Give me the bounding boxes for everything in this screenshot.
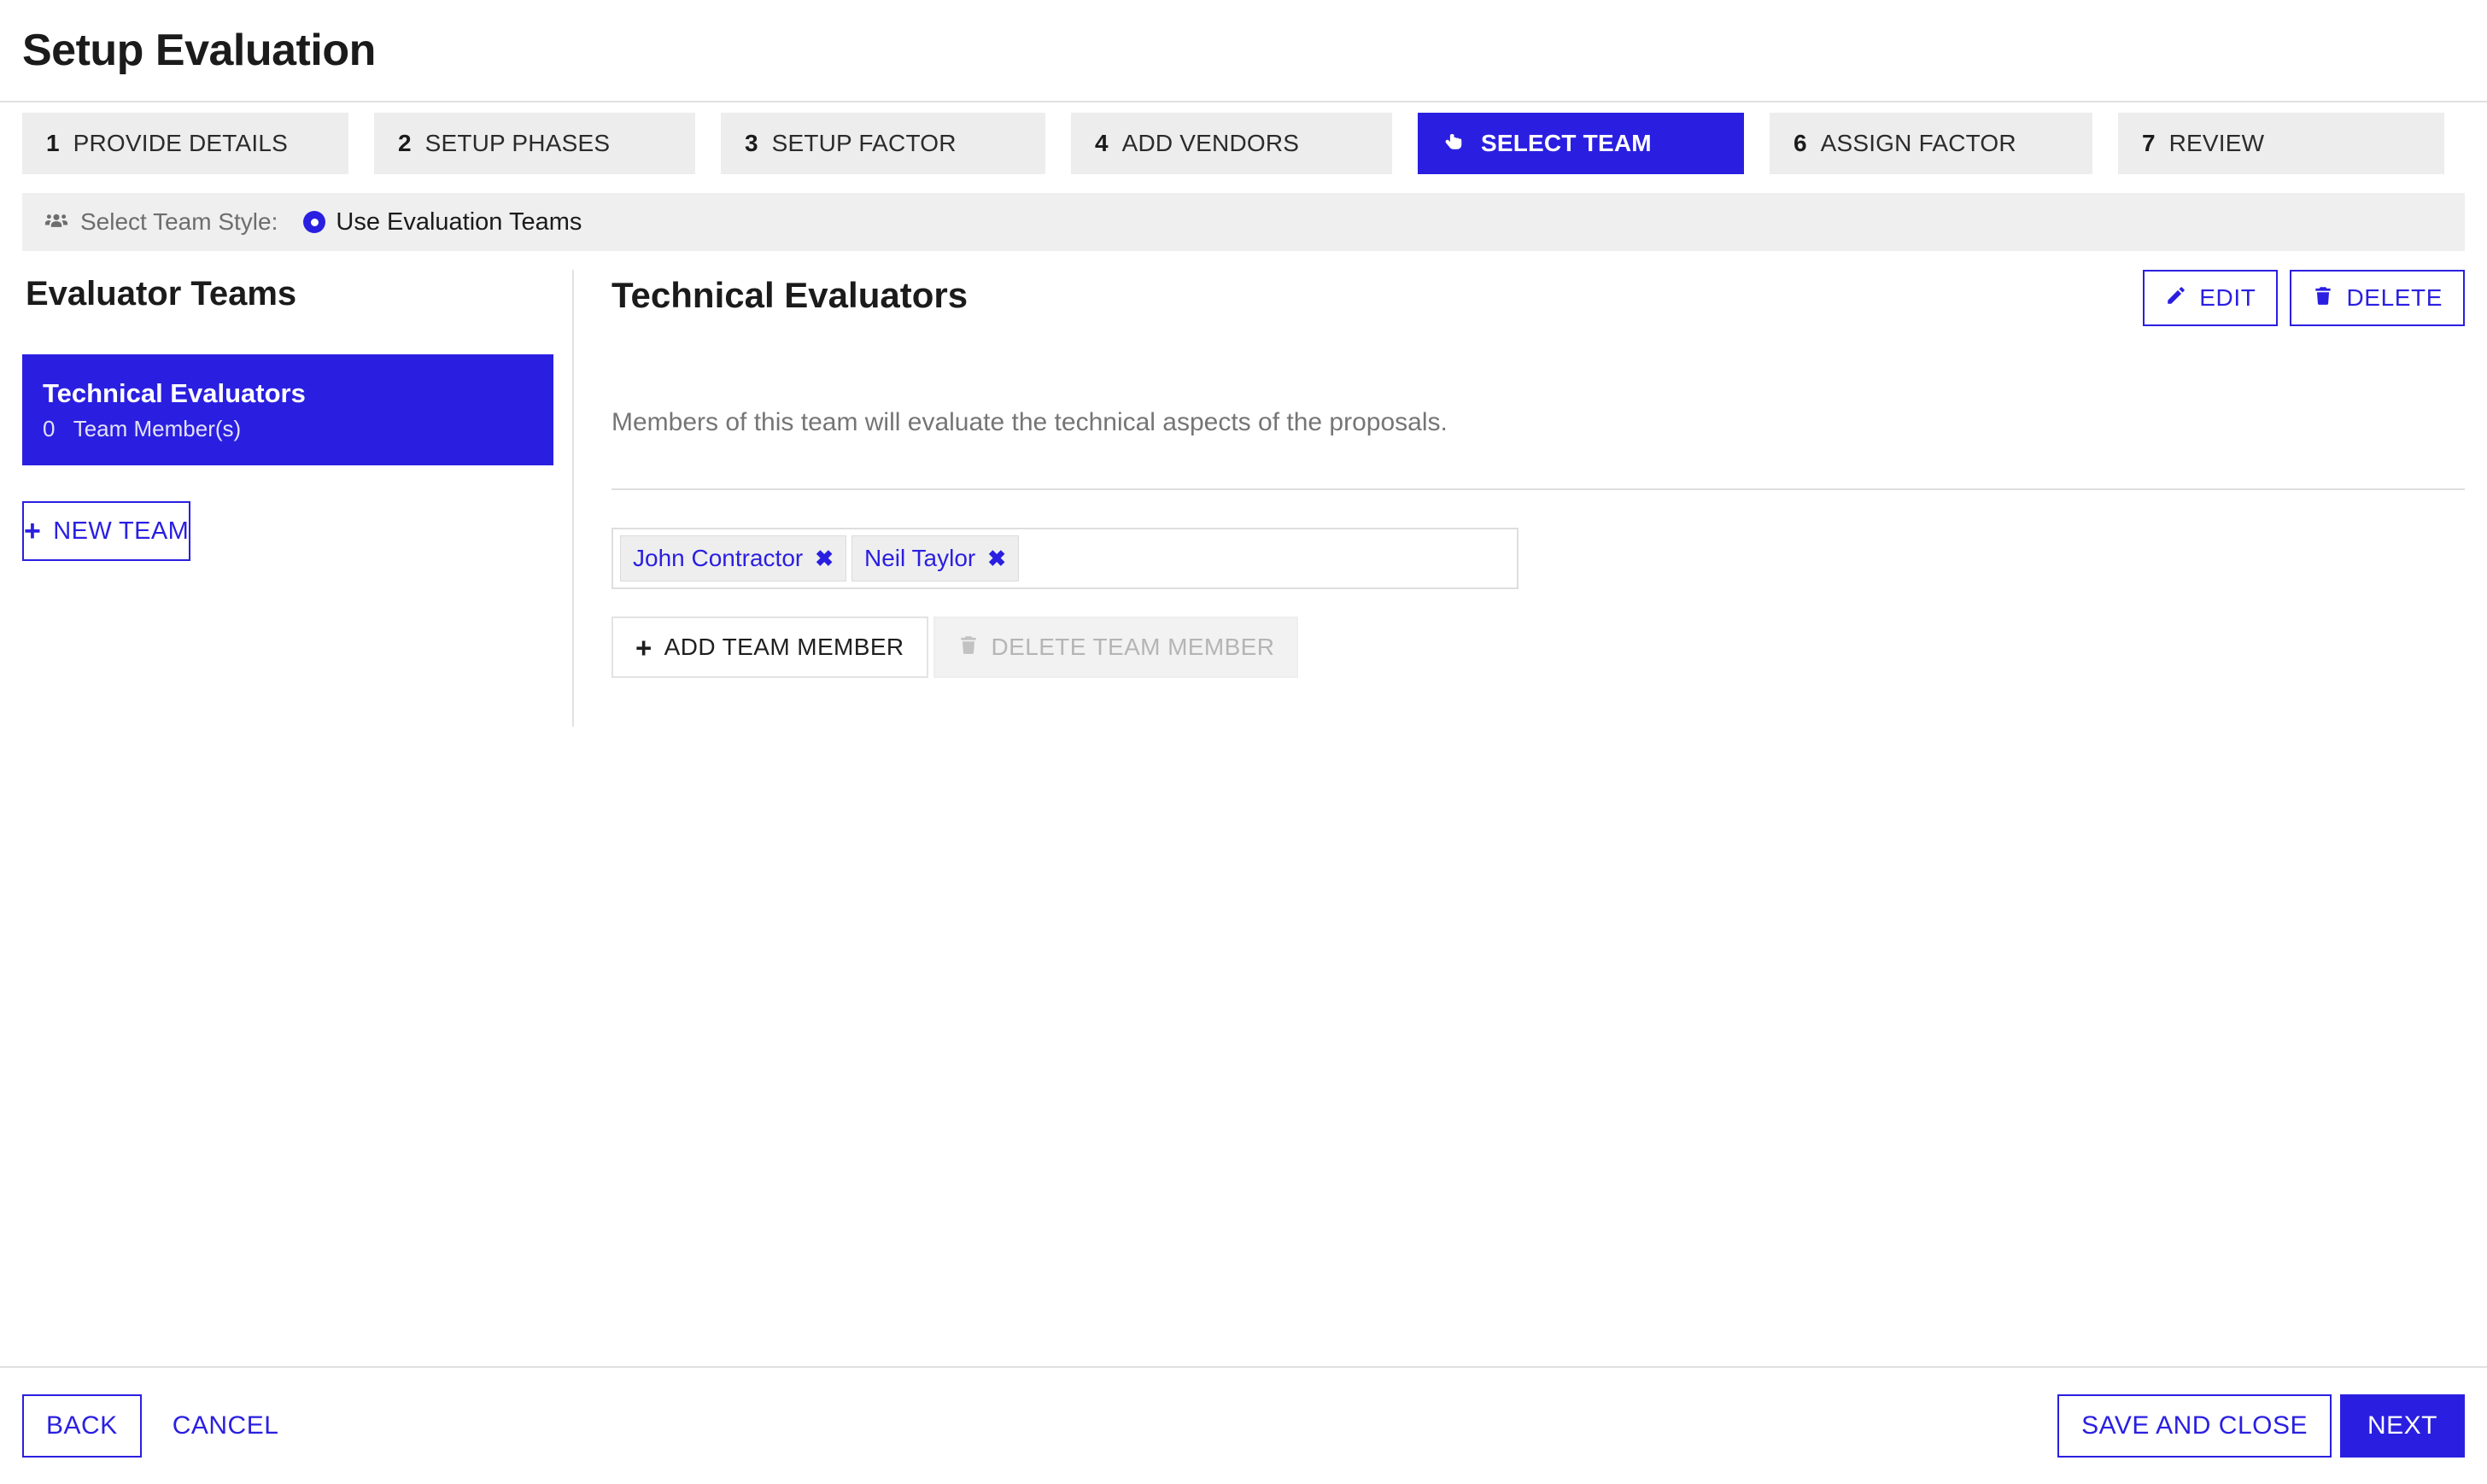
delete-team-member-label: DELETE TEAM MEMBER xyxy=(991,634,1275,660)
team-name: Technical Evaluators xyxy=(43,377,306,408)
step-number: 3 xyxy=(745,130,758,156)
team-style-label: Select Team Style: xyxy=(80,208,278,235)
radio-use-evaluation-teams[interactable]: Use Evaluation Teams xyxy=(303,208,582,237)
step-add-vendors[interactable]: 4 ADD VENDORS xyxy=(1071,113,1392,174)
team-member-count-value: 0 xyxy=(43,415,56,441)
team-member-chip[interactable]: John Contractor ✖ xyxy=(620,535,847,581)
step-select-team[interactable]: SELECT TEAM xyxy=(1418,113,1744,174)
team-description: Members of this team will evaluate the t… xyxy=(612,408,1448,436)
step-label: REVIEW xyxy=(2168,130,2265,156)
radio-label: Use Evaluation Teams xyxy=(336,207,582,236)
team-list-item-technical-evaluators[interactable]: Technical Evaluators 0 Team Member(s) xyxy=(22,354,553,465)
new-team-button[interactable]: + NEW TEAM xyxy=(22,501,191,561)
close-x-icon[interactable]: ✖ xyxy=(815,547,834,570)
step-review[interactable]: 7 REVIEW xyxy=(2118,113,2444,174)
edit-team-label: EDIT xyxy=(2199,284,2256,311)
step-setup-factor[interactable]: 3 SETUP FACTOR xyxy=(721,113,1045,174)
step-label: SELECT TEAM xyxy=(1481,130,1652,156)
radio-indicator[interactable] xyxy=(303,211,326,233)
step-label: SETUP PHASES xyxy=(424,130,611,156)
footer-right-actions: SAVE AND CLOSE NEXT xyxy=(2057,1394,2465,1458)
page-header: Setup Evaluation xyxy=(0,0,2487,102)
team-member-actions: + ADD TEAM MEMBER DELETE TEAM MEMBER xyxy=(612,616,2465,678)
delete-team-button[interactable]: DELETE xyxy=(2290,270,2465,326)
section-divider xyxy=(612,488,2465,490)
evaluator-teams-sidebar: Evaluator Teams Technical Evaluators 0 T… xyxy=(22,270,574,727)
page-title: Setup Evaluation xyxy=(22,26,376,75)
pointing-hand-icon xyxy=(1442,131,1467,156)
wizard-footer: BACK CANCEL SAVE AND CLOSE NEXT xyxy=(0,1366,2487,1484)
team-style-bar: Select Team Style: Use Evaluation Teams xyxy=(22,193,2465,251)
step-label: ASSIGN FACTOR xyxy=(1820,130,2016,156)
save-and-close-button[interactable]: SAVE AND CLOSE xyxy=(2057,1394,2332,1458)
plus-icon: + xyxy=(635,631,652,663)
panel-title: Technical Evaluators xyxy=(612,275,968,315)
team-member-name: Neil Taylor xyxy=(864,545,976,571)
pencil-icon xyxy=(2165,284,2187,313)
next-button[interactable]: NEXT xyxy=(2339,1394,2465,1458)
step-number: 1 xyxy=(46,130,60,156)
team-detail-header: Technical Evaluators EDIT DELETE xyxy=(612,270,2465,326)
team-member-name: John Contractor xyxy=(633,545,804,571)
user-group-icon xyxy=(44,210,68,234)
close-x-icon[interactable]: ✖ xyxy=(987,547,1006,570)
team-member-chip[interactable]: Neil Taylor ✖ xyxy=(851,535,1020,581)
trash-icon xyxy=(957,634,980,662)
step-number: 4 xyxy=(1095,130,1109,156)
step-provide-details[interactable]: 1 PROVIDE DETAILS xyxy=(22,113,348,174)
content-area: Evaluator Teams Technical Evaluators 0 T… xyxy=(0,270,2487,1218)
trash-icon xyxy=(2312,284,2334,313)
cancel-button[interactable]: CANCEL xyxy=(150,1394,301,1458)
step-label: PROVIDE DETAILS xyxy=(73,130,289,156)
step-number: 6 xyxy=(1794,130,1807,156)
delete-team-member-button: DELETE TEAM MEMBER xyxy=(933,616,1299,678)
team-detail-panel: Technical Evaluators EDIT DELETE Members… xyxy=(574,270,2465,1218)
team-member-count: 0 Team Member(s) xyxy=(43,416,533,442)
add-team-member-button[interactable]: + ADD TEAM MEMBER xyxy=(612,616,928,678)
plus-icon: + xyxy=(24,515,42,547)
back-button[interactable]: BACK xyxy=(22,1394,142,1458)
step-label: ADD VENDORS xyxy=(1121,130,1300,156)
step-label: SETUP FACTOR xyxy=(771,130,957,156)
new-team-label: NEW TEAM xyxy=(53,517,190,545)
sidebar-title: Evaluator Teams xyxy=(26,275,297,313)
delete-team-label: DELETE xyxy=(2346,284,2443,311)
step-number: 7 xyxy=(2142,130,2156,156)
wizard-stepper: 1 PROVIDE DETAILS 2 SETUP PHASES 3 SETUP… xyxy=(0,102,2487,174)
team-members-field[interactable]: John Contractor ✖ Neil Taylor ✖ xyxy=(612,528,1519,589)
step-setup-phases[interactable]: 2 SETUP PHASES xyxy=(374,113,695,174)
step-number: 2 xyxy=(398,130,412,156)
footer-left-actions: BACK CANCEL xyxy=(22,1394,301,1458)
add-team-member-label: ADD TEAM MEMBER xyxy=(664,634,904,660)
edit-team-button[interactable]: EDIT xyxy=(2143,270,2279,326)
team-detail-actions: EDIT DELETE xyxy=(2143,270,2465,326)
step-assign-factor[interactable]: 6 ASSIGN FACTOR xyxy=(1770,113,2092,174)
team-member-count-label: Team Member(s) xyxy=(73,415,242,441)
